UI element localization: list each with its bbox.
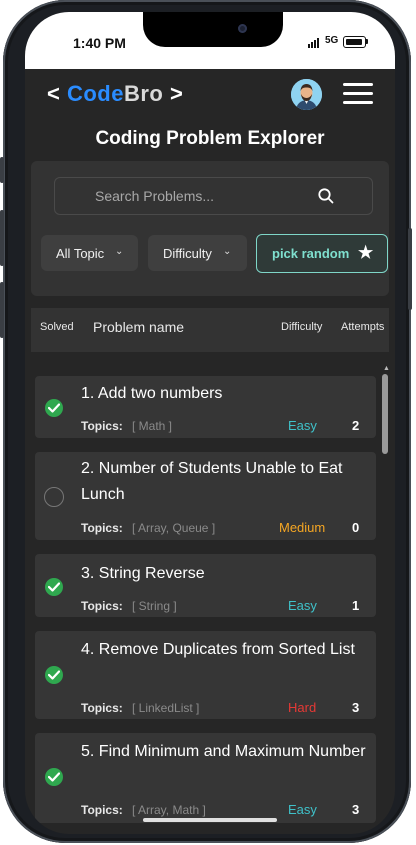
check-circle-icon — [45, 768, 63, 786]
signal-icon — [308, 38, 319, 48]
app-header: < CodeBro > Coding Problem Explorer — [25, 69, 395, 161]
filter-panel: All Topic ⌄ Difficulty ⌄ pick random ★ — [31, 161, 389, 296]
difficulty-dropdown-label: Difficulty — [163, 246, 212, 261]
problem-card[interactable]: 5. Find Minimum and Maximum Number Topic… — [35, 733, 376, 823]
attempts-count: 1 — [352, 598, 360, 613]
logo-bro: Bro — [123, 81, 164, 106]
problem-card[interactable]: 2. Number of Students Unable to Eat Lunc… — [35, 452, 376, 540]
problem-card[interactable]: 1. Add two numbers Topics: [ Math ] Easy… — [35, 376, 376, 438]
check-circle-icon — [45, 578, 63, 596]
topics-label: Topics: — [81, 701, 123, 715]
status-bar: 1:40 PM 5G — [25, 12, 395, 69]
problem-title[interactable]: 3. String Reverse — [81, 561, 366, 587]
problem-title[interactable]: 1. Add two numbers — [81, 381, 366, 407]
star-icon: ★ — [358, 243, 374, 262]
difficulty-badge: Easy — [288, 802, 317, 817]
logo-open-bracket: < — [47, 81, 61, 106]
front-camera — [238, 24, 247, 33]
problem-list: 1. Add two numbers Topics: [ Math ] Easy… — [25, 364, 395, 834]
problem-title[interactable]: 5. Find Minimum and Maximum Number — [81, 739, 366, 765]
difficulty-badge: Easy — [288, 598, 317, 613]
difficulty-dropdown[interactable]: Difficulty ⌄ — [148, 235, 247, 271]
logo[interactable]: < CodeBro > — [47, 81, 183, 107]
logo-close-bracket: > — [170, 81, 184, 106]
topic-dropdown[interactable]: All Topic ⌄ — [41, 235, 138, 271]
header-difficulty: Difficulty — [281, 321, 323, 333]
difficulty-badge: Medium — [279, 520, 326, 535]
difficulty-badge: Hard — [288, 700, 317, 715]
app-screen: 1:40 PM 5G < CodeBro > Coding Problem Ex… — [25, 12, 395, 834]
power-button — [408, 228, 412, 310]
table-header: Solved Problem name Difficulty Attempts — [31, 308, 389, 352]
search-icon[interactable] — [317, 187, 335, 205]
topics-value: [ Math ] — [132, 419, 173, 433]
topics-value: [ LinkedList ] — [132, 701, 200, 715]
logo-code: Code — [66, 81, 124, 106]
attempts-count: 0 — [352, 520, 360, 535]
page-title: Coding Problem Explorer — [95, 128, 325, 149]
check-circle-icon — [45, 666, 63, 684]
hamburger-menu-icon[interactable] — [343, 83, 373, 105]
phone-frame: 1:40 PM 5G < CodeBro > Coding Problem Ex… — [0, 0, 412, 843]
volume-up-button — [0, 210, 4, 266]
topics-label: Topics: — [81, 599, 123, 613]
attempts-count: 2 — [352, 418, 360, 433]
notch — [143, 12, 283, 47]
problem-title[interactable]: 2. Number of Students Unable to Eat Lunc… — [81, 456, 366, 508]
attempts-count: 3 — [352, 700, 360, 715]
status-time: 1:40 PM — [73, 35, 126, 51]
user-avatar[interactable] — [291, 79, 322, 110]
difficulty-badge: Easy — [288, 418, 317, 433]
mute-switch — [0, 157, 4, 183]
header-problem-name: Problem name — [93, 319, 185, 335]
chevron-down-icon: ⌄ — [115, 246, 124, 257]
pick-random-button[interactable]: pick random ★ — [256, 234, 388, 273]
problem-card[interactable]: 4. Remove Duplicates from Sorted List To… — [35, 631, 376, 719]
search-input[interactable] — [69, 178, 345, 214]
avatar-icon — [291, 79, 322, 110]
pick-random-label: pick random — [272, 246, 350, 261]
topics-value: [ Array, Math ] — [132, 803, 206, 817]
scrollbar-thumb[interactable] — [382, 374, 388, 454]
topics-label: Topics: — [81, 803, 123, 817]
attempts-count: 3 — [352, 802, 360, 817]
topics-label: Topics: — [81, 419, 123, 433]
topics-label: Topics: — [81, 521, 123, 535]
problem-title[interactable]: 4. Remove Duplicates from Sorted List — [81, 637, 366, 663]
home-indicator[interactable] — [143, 818, 277, 822]
scroll-up-arrow-icon[interactable]: ▲ — [383, 365, 390, 372]
empty-circle-icon — [44, 487, 64, 507]
battery-icon — [343, 36, 366, 48]
search-box — [54, 177, 373, 215]
topics-value: [ Array, Queue ] — [132, 521, 216, 535]
header-attempts: Attempts — [341, 321, 385, 333]
network-label: 5G — [325, 35, 339, 46]
check-circle-icon — [45, 399, 63, 417]
topics-value: [ String ] — [132, 599, 177, 613]
volume-down-button — [0, 282, 4, 338]
battery-tip — [366, 39, 368, 44]
problem-card[interactable]: 3. String Reverse Topics: [ String ] Eas… — [35, 554, 376, 617]
topic-dropdown-label: All Topic — [56, 246, 105, 261]
chevron-down-icon: ⌄ — [223, 246, 232, 257]
header-solved: Solved — [40, 321, 74, 333]
